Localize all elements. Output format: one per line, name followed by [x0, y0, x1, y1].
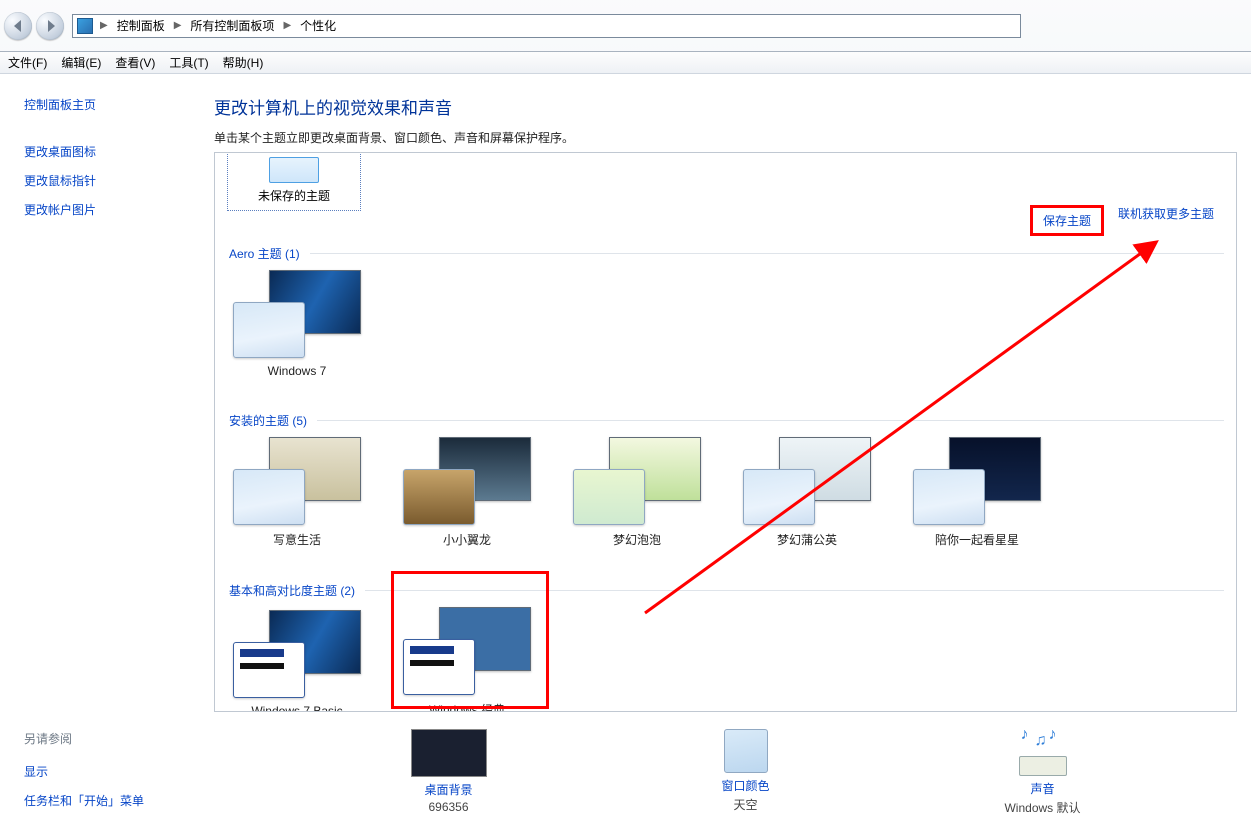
theme-label: 写意生活: [233, 531, 361, 548]
theme-yilong[interactable]: 小小翼龙: [403, 437, 531, 548]
sidebar-change-desktop-icons[interactable]: 更改桌面图标: [24, 143, 184, 160]
page-title: 更改计算机上的视觉效果和声音: [214, 94, 1237, 119]
theme-label: Windows 经典: [403, 701, 531, 712]
menu-edit[interactable]: 编辑(E): [61, 54, 101, 71]
theme-windows-classic[interactable]: Windows 经典: [403, 607, 531, 712]
theme-settings-row: 桌面背景 696356 窗口颜色 天空 ♪♫♪ 声音 Windows 默认: [200, 721, 1251, 825]
theme-xieyi[interactable]: 写意生活: [233, 437, 361, 548]
address-bar-row: ▶ 控制面板 ▶ 所有控制面板项 ▶ 个性化: [0, 0, 1251, 52]
sounds-label: 声音: [958, 780, 1128, 797]
theme-windows7[interactable]: Windows 7: [233, 270, 361, 378]
get-more-themes-online-link[interactable]: 联机获取更多主题: [1118, 205, 1214, 236]
section-installed-header: 安装的主题 (5): [229, 412, 1224, 429]
forward-button[interactable]: [36, 12, 64, 40]
back-button[interactable]: [4, 12, 32, 40]
theme-actions: 保存主题 联机获取更多主题: [1030, 205, 1214, 236]
menu-view[interactable]: 查看(V): [115, 54, 155, 71]
theme-label: 小小翼龙: [403, 531, 531, 548]
sidebar: 控制面板主页 更改桌面图标 更改鼠标指针 更改帐户图片 另请参阅 显示 任务栏和…: [0, 74, 200, 825]
theme-thumb-window: [233, 302, 305, 358]
installed-themes-row: 写意生活 小小翼龙 梦幻泡泡: [227, 437, 1224, 548]
desktop-background-thumb: [411, 729, 487, 777]
window-color-value: 天空: [661, 796, 831, 813]
theme-label: 梦幻泡泡: [573, 531, 701, 548]
window-color-label: 窗口颜色: [661, 777, 831, 794]
unsaved-theme-tile[interactable]: 未保存的主题: [227, 152, 361, 211]
main-content: 更改计算机上的视觉效果和声音 单击某个主题立即更改桌面背景、窗口颜色、声音和屏幕…: [200, 74, 1251, 825]
desktop-background-value: 696356: [364, 800, 534, 814]
theme-label: Windows 7 Basic: [233, 704, 361, 712]
theme-paopao[interactable]: 梦幻泡泡: [573, 437, 701, 548]
theme-thumb-window: [743, 469, 815, 525]
sidebar-taskbar-start[interactable]: 任务栏和「开始」菜单: [24, 792, 184, 809]
unsaved-theme-label: 未保存的主题: [228, 187, 360, 204]
theme-thumb-window: [403, 639, 475, 695]
sidebar-see-also-header: 另请参阅: [24, 730, 184, 751]
theme-label: 梦幻蒲公英: [743, 531, 871, 548]
body: 控制面板主页 更改桌面图标 更改鼠标指针 更改帐户图片 另请参阅 显示 任务栏和…: [0, 74, 1251, 825]
sounds-value: Windows 默认: [958, 799, 1128, 816]
setting-sounds[interactable]: ♪♫♪ 声音 Windows 默认: [958, 726, 1128, 816]
section-basic-label: 基本和高对比度主题 (2): [229, 582, 355, 599]
nav-buttons: [4, 12, 64, 40]
breadcrumb-address-bar[interactable]: ▶ 控制面板 ▶ 所有控制面板项 ▶ 个性化: [72, 14, 1021, 38]
sounds-icon: ♪♫♪: [1013, 726, 1073, 776]
unsaved-theme-thumb: [269, 157, 319, 183]
menu-tools[interactable]: 工具(T): [169, 54, 208, 71]
menu-bar: 文件(F) 编辑(E) 查看(V) 工具(T) 帮助(H): [0, 52, 1251, 74]
themes-panel: 未保存的主题 保存主题 联机获取更多主题 Aero 主题 (1) Windows…: [214, 152, 1237, 712]
menu-help[interactable]: 帮助(H): [223, 54, 264, 71]
chevron-right-icon: ▶: [280, 20, 294, 31]
chevron-right-icon: ▶: [97, 20, 111, 31]
control-panel-icon: [77, 18, 93, 34]
theme-label: Windows 7: [233, 364, 361, 378]
theme-label: 陪你一起看星星: [913, 531, 1041, 548]
menu-file[interactable]: 文件(F): [8, 54, 47, 71]
theme-xingxing[interactable]: 陪你一起看星星: [913, 437, 1041, 548]
breadcrumb-control-panel[interactable]: 控制面板: [115, 17, 167, 34]
chevron-right-icon: ▶: [171, 20, 185, 31]
breadcrumb-all-items[interactable]: 所有控制面板项: [188, 17, 276, 34]
sidebar-change-account-picture[interactable]: 更改帐户图片: [24, 201, 184, 218]
theme-thumb-window: [233, 642, 305, 698]
sidebar-display[interactable]: 显示: [24, 763, 184, 780]
desktop-background-label: 桌面背景: [364, 781, 534, 798]
aero-themes-row: Windows 7: [227, 270, 1224, 378]
theme-thumb-window: [913, 469, 985, 525]
setting-window-color[interactable]: 窗口颜色 天空: [661, 729, 831, 813]
section-aero-label: Aero 主题 (1): [229, 245, 300, 262]
sidebar-change-mouse-pointers[interactable]: 更改鼠标指针: [24, 172, 184, 189]
breadcrumb-personalization[interactable]: 个性化: [298, 17, 338, 34]
theme-pugongying[interactable]: 梦幻蒲公英: [743, 437, 871, 548]
theme-thumb-window: [233, 469, 305, 525]
theme-win7-basic[interactable]: Windows 7 Basic: [233, 610, 361, 712]
basic-themes-row: Windows 7 Basic Windows 经典: [227, 607, 1224, 712]
save-theme-link[interactable]: 保存主题: [1030, 205, 1104, 236]
window-color-thumb: [724, 729, 768, 773]
page-subtitle: 单击某个主题立即更改桌面背景、窗口颜色、声音和屏幕保护程序。: [214, 129, 1237, 146]
sidebar-control-panel-home[interactable]: 控制面板主页: [24, 96, 184, 113]
section-basic-header: 基本和高对比度主题 (2): [229, 582, 1224, 599]
setting-desktop-background[interactable]: 桌面背景 696356: [364, 729, 534, 814]
theme-thumb-window: [573, 469, 645, 525]
theme-thumb-window: [403, 469, 475, 525]
section-installed-label: 安装的主题 (5): [229, 412, 307, 429]
section-aero-header: Aero 主题 (1): [229, 245, 1224, 262]
